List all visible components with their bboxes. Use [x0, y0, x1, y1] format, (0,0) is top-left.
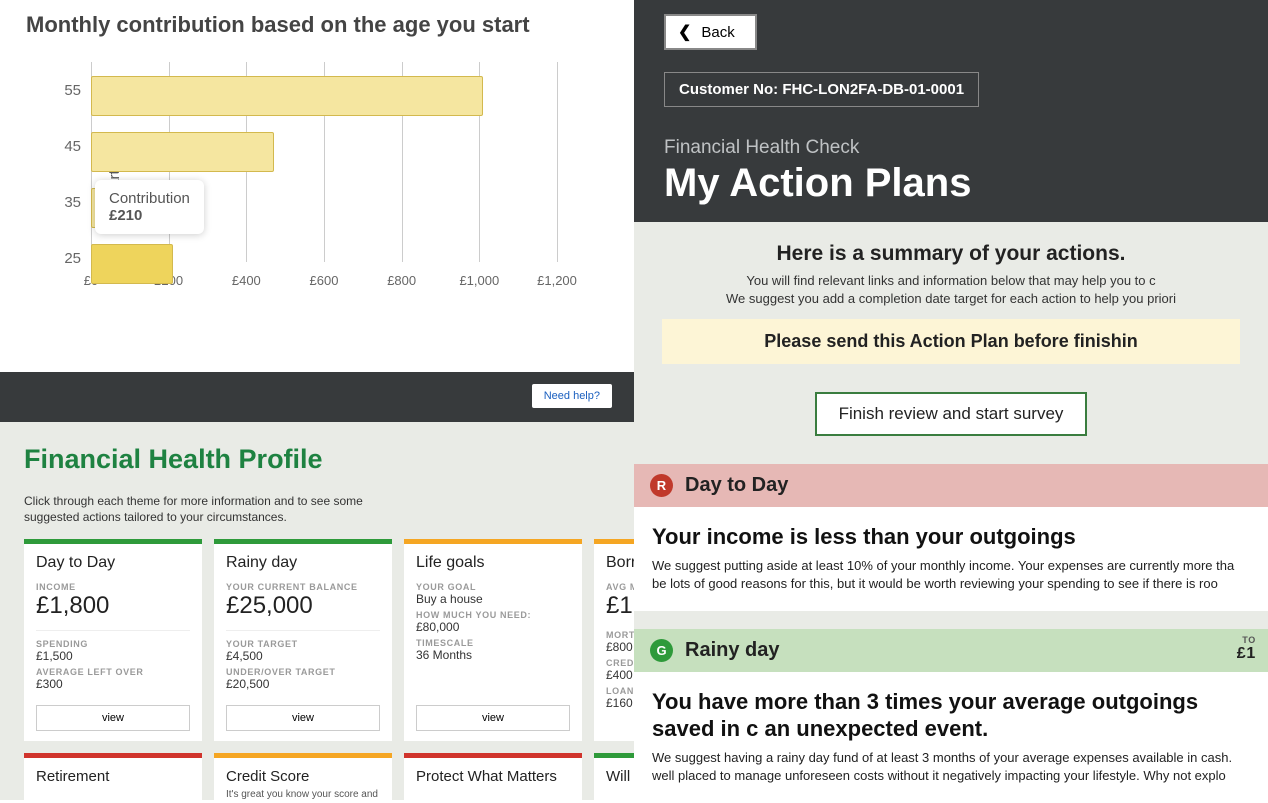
card-label: AVG MO — [606, 582, 634, 592]
chevron-left-icon: ❮ — [678, 22, 691, 42]
chart-title: Monthly contribution based on the age yo… — [26, 12, 608, 38]
card-value: £160 — [606, 696, 634, 710]
card-value: 36 Months — [416, 648, 570, 662]
chart-ytick: 35 — [51, 194, 81, 211]
card-label: UNDER/OVER TARGET — [226, 667, 380, 677]
card-title: Will — [606, 768, 634, 785]
card-title: Rainy day — [226, 554, 380, 572]
card-title: Borrow — [606, 554, 634, 572]
card-label: AVERAGE LEFT OVER — [36, 667, 190, 677]
card-title: Credit Score — [226, 768, 380, 785]
chart-xtick: £800 — [387, 273, 416, 288]
section-text: We suggest putting aside at least 10% of… — [652, 557, 1250, 593]
card-label: YOUR CURRENT BALANCE — [226, 582, 380, 592]
tooltip-label: Contribution — [109, 190, 190, 207]
section-title: Day to Day — [685, 474, 788, 497]
section-heading: Your income is less than your outgoings — [652, 523, 1250, 551]
financial-health-profile: Financial Health Profile Click through e… — [0, 422, 634, 800]
view-button[interactable]: view — [36, 705, 190, 731]
profile-card[interactable]: Rainy day YOUR CURRENT BALANCE£25,000 YOUR… — [214, 539, 392, 741]
card-value: £1,500 — [36, 649, 190, 663]
finish-review-button[interactable]: Finish review and start survey — [815, 392, 1088, 436]
profile-card[interactable]: Will — [594, 753, 634, 800]
summary-text-1: You will find relevant links and informa… — [662, 272, 1240, 290]
alert-banner: Please send this Action Plan before fini… — [662, 319, 1240, 364]
chart-tooltip: Contribution£210 — [95, 180, 204, 234]
profile-card[interactable]: Protect What Matters — [404, 753, 582, 800]
card-value-primary: £1,36 — [606, 592, 634, 620]
card-title: Protect What Matters — [416, 768, 570, 785]
contribution-chart: Monthly contribution based on the age yo… — [0, 0, 634, 372]
card-value: £80,000 — [416, 620, 570, 634]
section-header-rainy-day[interactable]: G Rainy day TO £1 — [634, 629, 1268, 672]
card-subtext: It's great you know your score and the — [226, 789, 380, 800]
card-value: £4,500 — [226, 649, 380, 663]
card-label: SPENDING — [36, 639, 190, 649]
card-label: YOUR TARGET — [226, 639, 380, 649]
card-label: INCOME — [36, 582, 190, 592]
profile-card[interactable]: Day to Day INCOME£1,800 SPENDING£1,500 AVER… — [24, 539, 202, 741]
view-button[interactable]: view — [226, 705, 380, 731]
profile-card[interactable]: Credit Score It's great you know your sco… — [214, 753, 392, 800]
customer-number-tag: Customer No: FHC-LON2FA-DB-01-0001 — [664, 72, 979, 107]
card-label: LOANS — [606, 686, 634, 696]
section-body-day-to-day: Your income is less than your outgoings … — [634, 507, 1268, 611]
section-aside: TO £1 — [1237, 635, 1256, 663]
chart-ytick: 25 — [51, 250, 81, 267]
card-title: Life goals — [416, 554, 570, 572]
card-label: YOUR GOAL — [416, 582, 570, 592]
chart-xtick: £1,000 — [459, 273, 499, 288]
chart-bar[interactable] — [91, 76, 483, 116]
card-value-primary: £1,800 — [36, 592, 190, 620]
card-value: Buy a house — [416, 592, 570, 606]
card-label: HOW MUCH YOU NEED: — [416, 610, 570, 620]
header-bar: Need help? — [0, 372, 634, 422]
section-header-day-to-day[interactable]: R Day to Day — [634, 464, 1268, 507]
profile-subtext: Click through each theme for more inform… — [24, 493, 404, 525]
card-value-primary: £25,000 — [226, 592, 380, 620]
status-badge: G — [650, 639, 673, 662]
card-value: £300 — [36, 677, 190, 691]
profile-card[interactable]: Life goals YOUR GOALBuy a house HOW MUCH Y… — [404, 539, 582, 741]
back-label: Back — [701, 24, 734, 41]
profile-card[interactable]: Borrow AVG MO£1,36 MORTGA£800 CREDIT£400 LOA… — [594, 539, 634, 741]
card-label: CREDIT — [606, 658, 634, 668]
chart-bar[interactable] — [91, 244, 173, 284]
section-title: Rainy day — [685, 639, 779, 662]
section-body-rainy-day: You have more than 3 times your average … — [634, 672, 1268, 803]
page-subheading: Financial Health Check — [664, 137, 1238, 159]
chart-ytick: 45 — [51, 138, 81, 155]
card-title: Retirement — [36, 768, 190, 785]
profile-heading: Financial Health Profile — [24, 444, 610, 475]
card-value: £800 — [606, 640, 634, 654]
view-button[interactable]: view — [416, 705, 570, 731]
tooltip-value: £210 — [109, 207, 190, 224]
chart-xtick: £1,200 — [537, 273, 577, 288]
status-badge: R — [650, 474, 673, 497]
profile-card[interactable]: Retirement — [24, 753, 202, 800]
section-heading: You have more than 3 times your average … — [652, 688, 1250, 743]
card-title: Day to Day — [36, 554, 190, 572]
summary-block: Here is a summary of your actions. You w… — [634, 222, 1268, 464]
card-value: £20,500 — [226, 677, 380, 691]
need-help-button[interactable]: Need help? — [532, 384, 612, 408]
back-button[interactable]: ❮ Back — [664, 14, 757, 50]
card-value: £400 — [606, 668, 634, 682]
summary-text-2: We suggest you add a completion date tar… — [662, 290, 1240, 308]
card-label: TIMESCALE — [416, 638, 570, 648]
action-plans-header: ❮ Back Customer No: FHC-LON2FA-DB-01-000… — [634, 0, 1268, 222]
chart-bar[interactable] — [91, 132, 274, 172]
summary-heading: Here is a summary of your actions. — [662, 242, 1240, 266]
chart-xtick: £400 — [232, 273, 261, 288]
section-text: We suggest having a rainy day fund of at… — [652, 749, 1250, 785]
chart-xtick: £600 — [310, 273, 339, 288]
card-label: MORTGA — [606, 630, 634, 640]
page-title: My Action Plans — [664, 161, 1238, 206]
chart-ytick: 55 — [51, 82, 81, 99]
